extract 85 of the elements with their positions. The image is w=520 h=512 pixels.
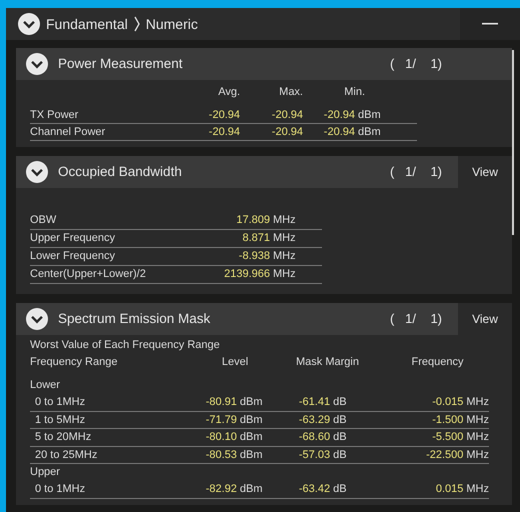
column-header: Mask Margin (295, 355, 360, 370)
chevron-down-icon[interactable] (26, 308, 48, 330)
chevron-right-icon (134, 16, 140, 32)
value-text: -61.41 (298, 395, 330, 410)
unit-text: dBm (238, 448, 263, 462)
page-counter: ( 1/ 1) (390, 163, 443, 182)
breadcrumb-item[interactable]: Fundamental (46, 14, 128, 34)
chevron-down-icon[interactable] (26, 53, 48, 75)
unit-text: dB (332, 482, 347, 497)
value-text: 8.871 (241, 231, 270, 246)
column-header: Level (220, 355, 250, 370)
value-text: -20.94 (208, 108, 240, 123)
column-header: Min. (343, 84, 365, 100)
unit-text: dBm (357, 108, 381, 123)
row-label: 5 to 20MHz (34, 430, 92, 445)
value-text: -63.42 (298, 482, 330, 497)
unit-text: MHz (465, 412, 489, 428)
group-label: Upper (30, 465, 61, 480)
unit-text: dBm (238, 430, 263, 445)
page-counter: ( 1/ 1) (390, 310, 443, 328)
row-label: OBW (30, 213, 58, 228)
section-title: Power Measurement (58, 54, 184, 73)
section-title: Occupied Bandwidth (58, 162, 183, 181)
section-header[interactable]: Spectrum Emission Mask ( 1/ 1) (16, 303, 458, 335)
value-text: -80.53 (204, 448, 237, 462)
value-text: -0.015 (431, 395, 464, 410)
section-header[interactable]: Power Measurement ( 1/ 1) (16, 48, 512, 80)
row-label: 20 to 25MHz (34, 448, 98, 462)
value-text: -57.03 (298, 448, 330, 462)
value-text: -20.94 (270, 108, 303, 123)
column-header: Frequency Range (30, 355, 118, 370)
column-header: Frequency (410, 355, 464, 370)
value-text: -5.500 (431, 430, 464, 445)
unit-text: dB (332, 448, 347, 462)
row-label: Lower Frequency (30, 249, 116, 264)
value-text: -20.94 (322, 108, 355, 123)
value-text: 2139.966 (223, 267, 270, 282)
value-text: -20.94 (270, 124, 303, 140)
row-label: TX Power (30, 108, 80, 123)
value-text: -80.10 (204, 430, 237, 445)
unit-text: MHz (272, 213, 296, 228)
row-label: Center(Upper+Lower)/2 (30, 267, 147, 282)
unit-text: dBm (238, 412, 263, 428)
row-label: Channel Power (30, 124, 106, 140)
chevron-down-icon[interactable] (26, 161, 48, 183)
value-text: -68.60 (298, 430, 330, 445)
row-label: Upper Frequency (30, 231, 116, 246)
row-label: 0 to 1MHz (34, 395, 86, 410)
table-subtitle: Worst Value of Each Frequency Range (30, 338, 221, 353)
value-text: -22.500 (425, 448, 464, 462)
section-title: Spectrum Emission Mask (58, 310, 212, 328)
scrollbar[interactable] (512, 50, 514, 235)
unit-text: dB (332, 430, 347, 445)
minimize-button[interactable]: — (460, 8, 520, 40)
row-label: 1 to 5MHz (34, 412, 86, 428)
value-text: -20.94 (322, 124, 355, 140)
column-header: Avg. (217, 84, 240, 100)
value-text: 0.015 (434, 482, 464, 497)
value-text: -8.938 (238, 249, 270, 264)
unit-text: MHz (272, 267, 296, 282)
row-label: 0 to 1MHz (34, 482, 86, 497)
page-counter: ( 1/ 1) (390, 55, 443, 74)
value-text: -80.91 (204, 395, 237, 410)
unit-text: MHz (272, 231, 296, 246)
unit-text: MHz (465, 448, 489, 462)
unit-text: dB (332, 395, 347, 410)
section-header[interactable]: Occupied Bandwidth ( 1/ 1) (16, 156, 458, 188)
unit-text: dBm (357, 124, 381, 140)
unit-text: dB (332, 412, 347, 428)
breadcrumb-item[interactable]: Numeric (146, 14, 198, 34)
column-header: Max. (278, 84, 303, 100)
unit-text: MHz (465, 395, 489, 410)
value-text: -20.94 (208, 124, 240, 140)
group-label: Lower (30, 378, 61, 393)
unit-text: MHz (465, 482, 489, 497)
unit-text: MHz (272, 249, 296, 264)
chevron-down-icon[interactable] (18, 13, 40, 35)
unit-text: dBm (238, 482, 263, 497)
value-text: -63.29 (298, 412, 330, 428)
value-text: 17.809 (235, 213, 270, 228)
unit-text: dBm (238, 395, 263, 410)
value-text: -82.92 (204, 482, 237, 497)
unit-text: MHz (465, 430, 489, 445)
value-text: -1.500 (431, 412, 464, 428)
value-text: -71.79 (204, 412, 237, 428)
